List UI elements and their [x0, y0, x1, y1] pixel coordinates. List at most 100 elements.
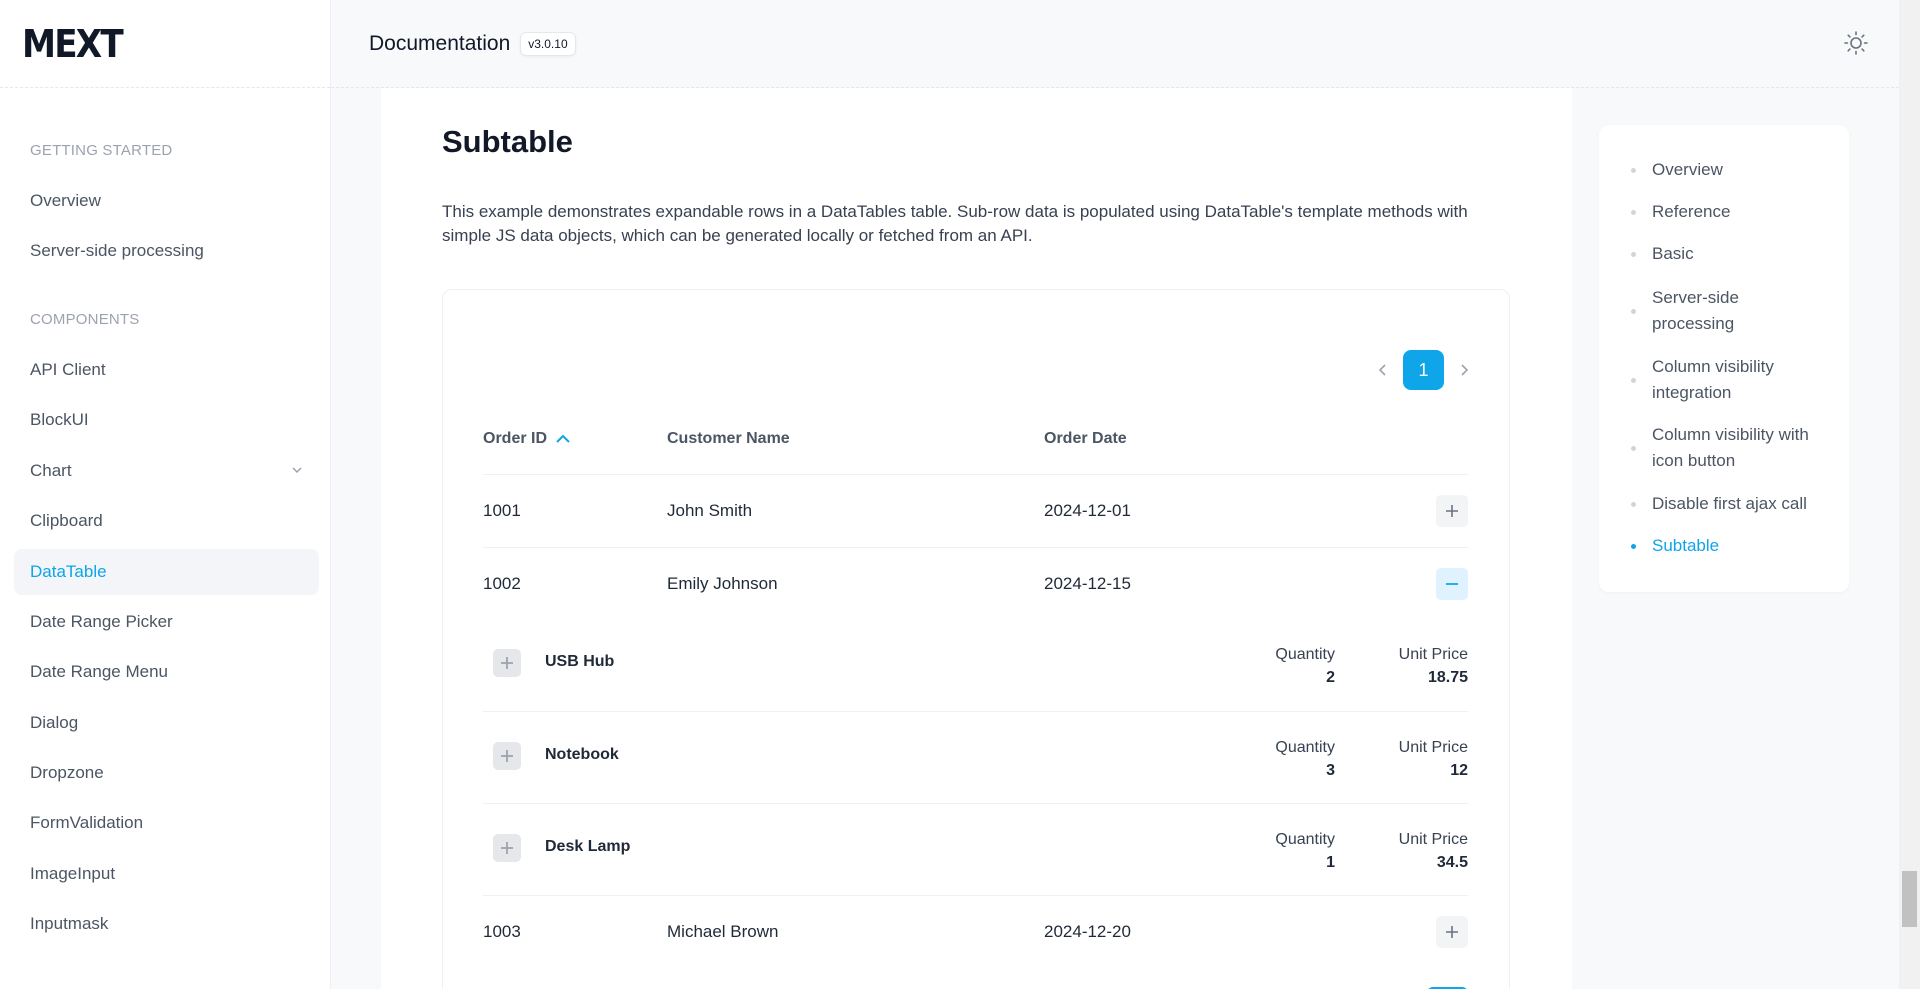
- order-id-cell: 1002: [483, 574, 521, 593]
- sidebar-item-label: Date Range Picker: [30, 612, 173, 631]
- toc-label: Subtable: [1652, 536, 1720, 555]
- sidebar-item-label: Inputmask: [30, 914, 109, 933]
- sidebar-item-label: ImageInput: [30, 864, 116, 883]
- toc-item-column-visibility-integration[interactable]: Column visibility integration: [1631, 354, 1812, 406]
- sidebar-item-label: API Client: [30, 360, 106, 379]
- brand-logo[interactable]: MEXT: [22, 22, 124, 66]
- plus-icon: [501, 750, 513, 762]
- subrow-quantity: Quantity 3: [1275, 736, 1335, 782]
- quantity-label: Quantity: [1275, 739, 1335, 756]
- sidebar-item-label: Overview: [30, 191, 101, 210]
- subrow-quantity: Quantity 2: [1275, 643, 1335, 689]
- sort-ascending-icon: [556, 434, 570, 443]
- customer-name-cell: Michael Brown: [667, 922, 779, 941]
- sidebar-item-label: Date Range Menu: [30, 662, 168, 681]
- toc-item-column-visibility-icon-button[interactable]: Column visibility with icon button: [1631, 422, 1812, 474]
- order-date-cell: 2024-12-15: [1044, 574, 1131, 593]
- page-scrollbar[interactable]: [1899, 0, 1920, 989]
- version-badge: v3.0.10: [520, 31, 576, 56]
- page-button-1[interactable]: 1: [1403, 350, 1444, 390]
- toc-item-server-side-processing[interactable]: Server-side processing: [1631, 285, 1802, 337]
- toc-label: Overview: [1652, 160, 1723, 179]
- customer-name-cell: John Smith: [667, 501, 753, 520]
- subrow-toggle-button[interactable]: [493, 834, 521, 862]
- subrow-toggle-button[interactable]: [493, 742, 521, 770]
- plus-icon: [1446, 926, 1458, 938]
- order-id-cell: 1003: [483, 922, 521, 941]
- column-header-customer-name[interactable]: Customer Name: [667, 430, 790, 448]
- subrow-product-name: Desk Lamp: [545, 838, 631, 855]
- page-header-title: Documentation: [369, 31, 511, 55]
- minus-icon: [1446, 583, 1458, 585]
- subrow-unit-price: Unit Price 12: [1399, 736, 1468, 782]
- sidebar-item-dialog[interactable]: Dialog: [14, 700, 319, 746]
- sidebar-item-label: FormValidation: [30, 813, 144, 832]
- sidebar-item-label: Chart: [30, 461, 72, 480]
- sun-icon[interactable]: [1843, 30, 1869, 56]
- toc-label: Reference: [1652, 202, 1731, 221]
- plus-icon: [501, 842, 513, 854]
- expand-row-button[interactable]: [1436, 495, 1468, 527]
- sidebar-item-date-range-menu[interactable]: Date Range Menu: [14, 649, 319, 695]
- toc-label: Disable first ajax call: [1652, 494, 1807, 513]
- bullet-dot: [1631, 168, 1636, 173]
- order-date-cell: 2024-12-20: [1044, 922, 1131, 941]
- toc-label: Server-side processing: [1652, 288, 1739, 333]
- bullet-dot: [1631, 309, 1636, 314]
- collapse-row-button[interactable]: [1436, 568, 1468, 600]
- subrow-unit-price: Unit Price 34.5: [1399, 828, 1468, 874]
- toc-label: Basic: [1652, 244, 1694, 263]
- prev-page-button[interactable]: [1363, 350, 1403, 390]
- toc-label: Column visibility with icon button: [1652, 425, 1809, 470]
- expand-row-button[interactable]: [1436, 916, 1468, 948]
- unit-price-label: Unit Price: [1398, 646, 1468, 663]
- sidebar-item-overview[interactable]: Overview: [14, 178, 319, 224]
- sidebar-section-components: COMPONENTS: [30, 311, 140, 328]
- sidebar-item-date-range-picker[interactable]: Date Range Picker: [14, 599, 319, 645]
- sidebar-item-blockui[interactable]: BlockUI: [14, 397, 319, 443]
- unit-price-label: Unit Price: [1398, 831, 1468, 848]
- sidebar-item-imageinput[interactable]: ImageInput: [14, 851, 319, 897]
- scrollbar-thumb[interactable]: [1902, 871, 1917, 927]
- quantity-value: 1: [1326, 854, 1335, 871]
- bullet-dot: [1631, 502, 1636, 507]
- plus-icon: [501, 657, 513, 669]
- sidebar-section-getting-started: GETTING STARTED: [30, 142, 173, 159]
- toc-item-overview[interactable]: Overview: [1631, 157, 1842, 183]
- subrow-toggle-button[interactable]: [493, 649, 521, 677]
- sidebar: MEXT GETTING STARTED Overview Server-sid…: [0, 0, 331, 989]
- column-header-order-id[interactable]: Order ID: [483, 430, 571, 448]
- sidebar-item-api-client[interactable]: API Client: [14, 347, 319, 393]
- column-header-order-date[interactable]: Order Date: [1044, 430, 1127, 448]
- toc-label: Column visibility integration: [1652, 357, 1774, 402]
- sidebar-item-datatable[interactable]: DataTable: [14, 549, 319, 595]
- unit-price-value: 12: [1450, 762, 1468, 779]
- toc-item-reference[interactable]: Reference: [1631, 199, 1842, 225]
- sidebar-item-label: Dialog: [30, 713, 79, 732]
- sidebar-item-label: BlockUI: [30, 410, 89, 429]
- unit-price-value: 18.75: [1427, 669, 1468, 686]
- toc-item-subtable[interactable]: Subtable: [1631, 533, 1842, 559]
- next-page-button[interactable]: [1444, 350, 1484, 390]
- table-of-contents: Overview Reference Basic Server-side pro…: [1599, 125, 1849, 592]
- sidebar-item-dropzone[interactable]: Dropzone: [14, 750, 319, 796]
- subrow: Desk Lamp Quantity 1 Unit Price 34.5: [483, 803, 1468, 895]
- sidebar-item-inputmask[interactable]: Inputmask: [14, 901, 319, 947]
- sidebar-item-chart[interactable]: Chart: [14, 448, 319, 494]
- table-row: 1001 John Smith 2024-12-01: [483, 474, 1468, 547]
- quantity-value: 3: [1326, 762, 1335, 779]
- sidebar-item-server-side-processing[interactable]: Server-side processing: [14, 228, 319, 274]
- datatable-card: 1 Order ID Customer Name Order Date 1001…: [442, 289, 1510, 989]
- toc-item-basic[interactable]: Basic: [1631, 241, 1842, 267]
- pagination: 1: [1363, 350, 1484, 390]
- subrow-product-name: USB Hub: [545, 653, 615, 670]
- sidebar-item-clipboard[interactable]: Clipboard: [14, 498, 319, 544]
- chevron-down-icon: [292, 467, 302, 474]
- intro-text: This example demonstrates expandable row…: [442, 202, 1468, 245]
- plus-icon: [1446, 505, 1458, 517]
- unit-price-label: Unit Price: [1398, 739, 1468, 756]
- subrow-quantity: Quantity 1: [1275, 828, 1335, 874]
- toc-item-disable-first-ajax-call[interactable]: Disable first ajax call: [1631, 491, 1842, 517]
- sidebar-item-formvalidation[interactable]: FormValidation: [14, 800, 319, 846]
- logo-area: MEXT: [0, 0, 330, 88]
